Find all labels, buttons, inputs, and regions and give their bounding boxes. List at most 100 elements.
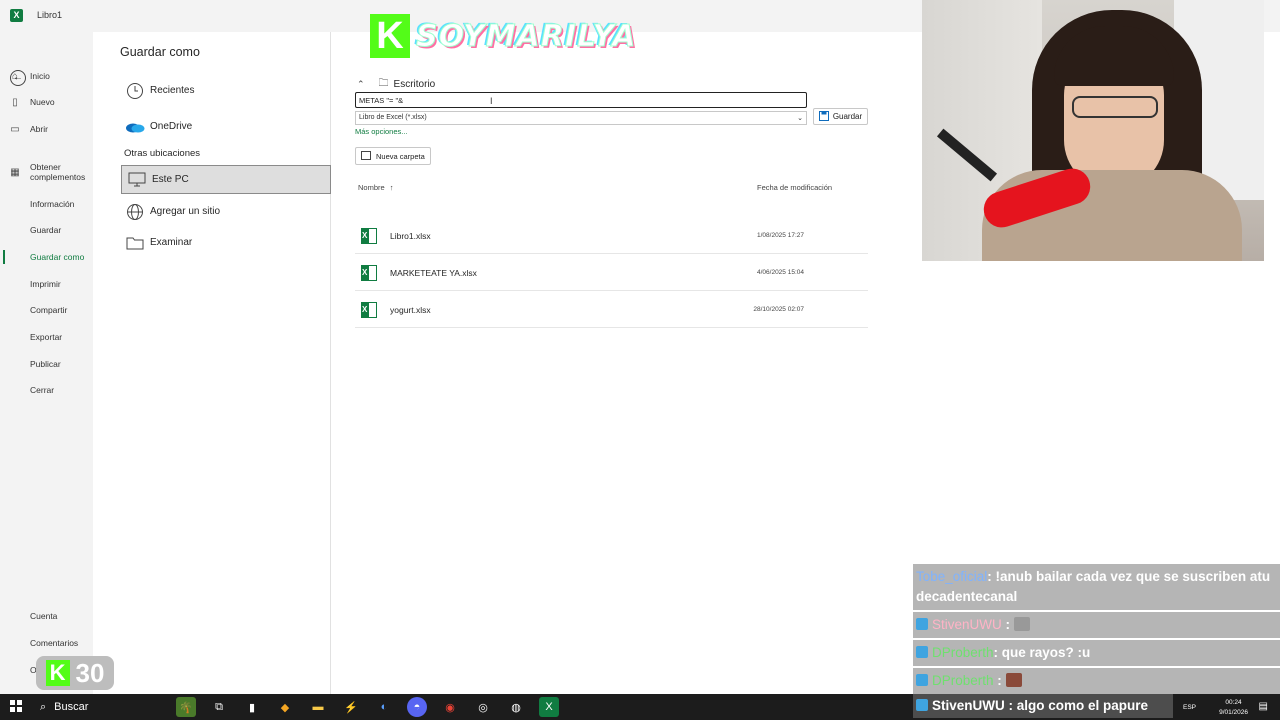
- location-este-pc[interactable]: Este PC: [121, 165, 331, 194]
- nav-item-label: Guardar como: [30, 252, 85, 262]
- notification-icon[interactable]: ▤: [1259, 702, 1268, 712]
- location-label: Recientes: [150, 85, 195, 96]
- up-chevron-icon[interactable]: ⌃: [357, 79, 365, 90]
- nav-item-abrir[interactable]: ▭ Abrir: [0, 118, 93, 140]
- nav-item-compartir[interactable]: Compartir: [0, 299, 93, 321]
- obs-icon[interactable]: ◎: [473, 697, 493, 717]
- save-button-label: Guardar: [832, 112, 863, 121]
- chat-username: StivenUWU: [932, 698, 1005, 713]
- nav-item-exportar[interactable]: Exportar: [0, 326, 93, 348]
- taskbar-apps: 🌴 ⧉ ▮ ◆ ▬ ⚡ ◐ ◓ ◉ ◎ ◍ X: [176, 697, 559, 717]
- location-label: OneDrive: [150, 121, 193, 132]
- filename-input[interactable]: METAS "= "&: [355, 92, 807, 108]
- chat-username: Tobe_oficial: [916, 569, 988, 584]
- save-disk-icon: [818, 110, 829, 123]
- kick-logo-icon: K: [45, 660, 70, 686]
- breadcrumb-location[interactable]: Escritorio: [394, 79, 436, 90]
- nav-item-obtener-complementos[interactable]: ▦ Obtener complementos: [0, 159, 93, 185]
- nav-item-label: Comentarios: [30, 638, 79, 648]
- location-agregar-sitio[interactable]: Agregar un sitio: [120, 197, 330, 226]
- clock-time: 00:24: [1225, 699, 1242, 706]
- chat-message: DProberth :: [913, 668, 1280, 694]
- copilot-icon[interactable]: ◆: [275, 697, 295, 717]
- chat-text: :: [1001, 617, 1011, 632]
- sort-up-arrow-icon: ↑: [389, 183, 394, 192]
- nav-item-publicar[interactable]: Publicar: [0, 353, 93, 375]
- new-folder-button[interactable]: Nueva carpeta: [355, 147, 431, 165]
- app-icon[interactable]: ◍: [506, 697, 526, 717]
- chat-username: DProberth: [932, 645, 994, 660]
- nav-item-label: Cerrar: [30, 385, 55, 395]
- column-header-name[interactable]: Nombre ↑: [358, 183, 394, 192]
- webcam-feed: [922, 0, 1264, 261]
- file-date: 28/10/2025 02:07: [753, 306, 804, 313]
- location-examinar[interactable]: Examinar: [120, 228, 330, 257]
- emote-icon: [1005, 673, 1022, 687]
- chat-username: StivenUWU: [932, 617, 1002, 632]
- nav-item-label: Nuevo: [30, 97, 55, 107]
- file-row[interactable]: X yogurt.xlsx 28/10/2025 02:07: [355, 292, 868, 328]
- taskbar-search[interactable]: ⌕ Buscar: [32, 694, 170, 720]
- nav-item-imprimir[interactable]: Imprimir: [0, 273, 93, 295]
- file-row[interactable]: X MARKETEATE YA.xlsx 4/06/2025 15:04: [355, 255, 868, 291]
- folder-icon: 🗀: [378, 78, 389, 89]
- chat-text: : algo como el papure: [1004, 698, 1149, 713]
- emote-icon: [1013, 617, 1030, 631]
- location-onedrive[interactable]: OneDrive: [120, 112, 330, 141]
- steam-icon[interactable]: ◐: [374, 697, 394, 717]
- language-indicator[interactable]: ESP: [1183, 703, 1196, 713]
- column-header-date[interactable]: Fecha de modificación: [757, 183, 832, 192]
- discord-icon[interactable]: ◓: [407, 697, 427, 717]
- excel-taskbar-icon[interactable]: X: [539, 697, 559, 717]
- file-row[interactable]: X Libro1.xlsx 1/08/2025 17:27: [355, 218, 868, 254]
- chat-username: DProberth: [932, 673, 994, 688]
- addins-grid-icon: ▦: [10, 166, 20, 178]
- nav-item-label: Abrir: [30, 124, 48, 134]
- widgets-icon[interactable]: 🌴: [176, 697, 196, 717]
- streamer-name: SOYMARILYA: [416, 18, 637, 54]
- chat-message: StivenUWU :: [913, 612, 1280, 638]
- clock[interactable]: 00:24 9/01/2026: [1219, 698, 1248, 718]
- nav-item-guardar-como[interactable]: Guardar como: [0, 246, 93, 268]
- nav-item-inicio[interactable]: ⌂ Inicio: [0, 65, 93, 87]
- nav-item-label: Obtener complementos: [30, 162, 86, 182]
- filetype-select[interactable]: Libro de Excel (*.xlsx) ⌄: [355, 111, 807, 125]
- nav-item-label: Información: [30, 199, 75, 209]
- nav-item-label: Imprimir: [30, 279, 61, 289]
- nav-item-informacion[interactable]: Información: [0, 193, 93, 215]
- location-label: Examinar: [150, 237, 193, 248]
- kick-counter-overlay: K 30: [36, 656, 114, 690]
- location-recientes[interactable]: Recientes: [120, 76, 330, 105]
- file-explorer-icon[interactable]: ▬: [308, 697, 328, 717]
- more-options-link[interactable]: Más opciones...: [355, 127, 408, 136]
- save-locations-panel: Guardar como Recientes OneDrive Otras ub…: [93, 32, 331, 694]
- filetype-value: Libro de Excel (*.xlsx): [359, 114, 427, 121]
- excel-logo-icon: X: [10, 9, 23, 22]
- chat-message: DProberth: que rayos? :u: [913, 640, 1280, 666]
- badge-icon: [916, 674, 928, 686]
- search-icon: ⌕: [40, 700, 47, 713]
- search-label: Buscar: [54, 701, 89, 713]
- nav-item-guardar[interactable]: Guardar: [0, 219, 93, 241]
- pc-icon: [122, 172, 152, 188]
- chrome-icon[interactable]: ◉: [440, 697, 460, 717]
- nav-item-nuevo[interactable]: ▯ Nuevo: [0, 91, 93, 113]
- chevron-down-icon: ⌄: [797, 115, 803, 122]
- excel-file-icon: X: [361, 227, 377, 244]
- app-icon[interactable]: ⚡: [341, 697, 361, 717]
- other-locations-heading: Otras ubicaciones: [124, 148, 201, 159]
- file-name: Libro1.xlsx: [390, 230, 431, 241]
- location-label: Agregar un sitio: [150, 206, 221, 217]
- chat-message: StivenUWU : algo como el papure: [913, 694, 1173, 718]
- file-app-icon[interactable]: ▮: [242, 697, 262, 717]
- nav-item-comentarios[interactable]: Comentarios: [0, 632, 93, 654]
- page-title: Guardar como: [120, 45, 200, 59]
- windows-start-icon[interactable]: [10, 700, 22, 712]
- nav-item-label: Guardar: [30, 225, 62, 235]
- task-view-icon[interactable]: ⧉: [209, 697, 229, 717]
- streamer-brand-overlay: K SOYMARILYA: [370, 14, 637, 58]
- save-button[interactable]: Guardar: [813, 108, 868, 125]
- excel-file-icon: X: [361, 264, 377, 281]
- nav-item-cerrar[interactable]: Cerrar: [0, 379, 93, 401]
- nav-item-cuenta[interactable]: Cuenta: [0, 605, 93, 627]
